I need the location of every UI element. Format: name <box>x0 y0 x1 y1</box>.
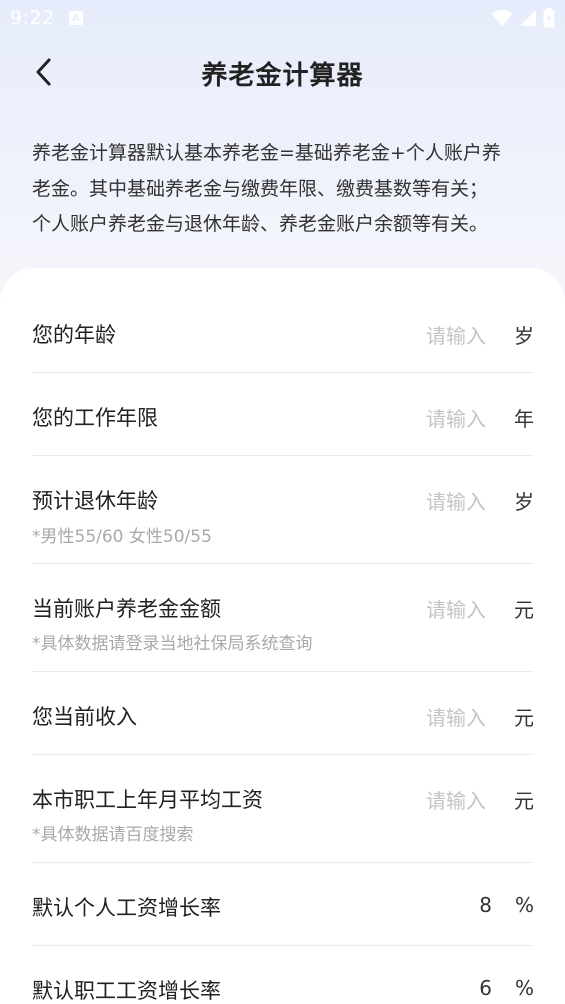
field-label: 本市职工上年月平均工资 <box>32 788 263 812</box>
unit-label: 元 <box>514 789 534 813</box>
unit-label: 岁 <box>514 490 534 514</box>
age-input[interactable]: 请输入 <box>426 320 486 349</box>
field-label: 默认个人工资增长率 <box>32 896 221 920</box>
nav-bar: 养老金计算器 <box>0 44 565 102</box>
status-bar: 9:22 A <box>0 0 565 36</box>
field-hint: *具体数据请百度搜索 <box>32 825 194 845</box>
unit-label: 年 <box>514 407 534 431</box>
field-label: 您的工作年限 <box>32 406 158 430</box>
field-label: 您当前收入 <box>32 705 137 729</box>
form-row-personal-wage-growth: 默认个人工资增长率 8 % <box>32 863 534 946</box>
unit-label: % <box>514 893 534 917</box>
form-row-work-years: 您的工作年限 请输入 年 <box>32 373 534 456</box>
page-title: 养老金计算器 <box>201 60 364 91</box>
accessibility-badge-icon: A <box>68 11 83 25</box>
form-row-account-balance: 当前账户养老金金额 *具体数据请登录当地社保局系统查询 请输入 元 <box>32 564 534 672</box>
field-label: 默认职工工资增长率 <box>32 979 221 1003</box>
retirement-age-input[interactable]: 请输入 <box>426 486 486 515</box>
staff-wage-growth-input[interactable]: 6 <box>479 976 492 1000</box>
field-hint: *具体数据请登录当地社保局系统查询 <box>32 634 313 654</box>
intro-line: 养老金计算器默认基本养老金=基础养老金+个人账户养 <box>32 142 501 164</box>
form-row-retirement-age: 预计退休年龄 *男性55/60 女性50/55 请输入 岁 <box>32 456 534 564</box>
unit-label: 元 <box>514 598 534 622</box>
field-hint: *男性55/60 女性50/55 <box>32 527 212 547</box>
wifi-icon <box>491 9 513 26</box>
calculator-form-card: 您的年龄 请输入 岁 您的工作年限 请输入 年 预计退休年龄 *男性55/60 … <box>0 268 565 1004</box>
unit-label: 元 <box>514 706 534 730</box>
unit-label: % <box>514 976 534 1000</box>
personal-wage-growth-input[interactable]: 8 <box>479 893 492 917</box>
back-button[interactable] <box>26 54 62 90</box>
unit-label: 岁 <box>514 324 534 348</box>
account-balance-input[interactable]: 请输入 <box>426 594 486 623</box>
form-row-current-income: 您当前收入 请输入 元 <box>32 672 534 755</box>
field-label: 当前账户养老金金额 <box>32 597 221 621</box>
field-label: 您的年龄 <box>32 323 116 347</box>
intro-line: 老金。其中基础养老金与缴费年限、缴费基数等有关； <box>32 177 489 200</box>
signal-icon <box>520 10 536 26</box>
battery-icon <box>543 8 555 28</box>
chevron-left-icon <box>36 58 51 86</box>
city-average-salary-input[interactable]: 请输入 <box>426 785 486 814</box>
current-income-input[interactable]: 请输入 <box>426 702 486 731</box>
status-time: 9:22 <box>10 7 55 29</box>
intro-line: 个人账户养老金与退休年龄、养老金账户余额等有关。 <box>32 213 489 235</box>
form-row-age: 您的年龄 请输入 岁 <box>32 268 534 373</box>
field-label: 预计退休年龄 <box>32 489 158 513</box>
work-years-input[interactable]: 请输入 <box>426 403 486 432</box>
intro-description: 养老金计算器默认基本养老金=基础养老金+个人账户养 老金。其中基础养老金与缴费年… <box>32 136 532 243</box>
form-row-city-average-salary: 本市职工上年月平均工资 *具体数据请百度搜索 请输入 元 <box>32 755 534 863</box>
form-row-staff-wage-growth: 默认职工工资增长率 6 % <box>32 946 534 1004</box>
